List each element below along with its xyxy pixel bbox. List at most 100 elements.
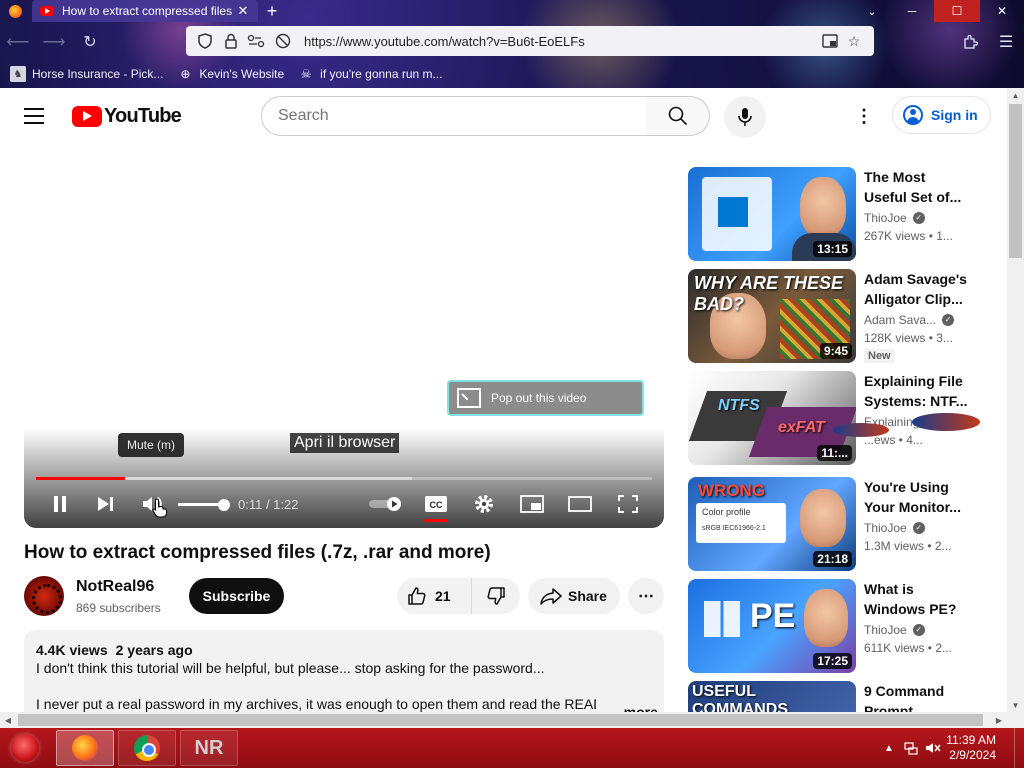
browser-toolbar: How to extract compressed files (.7z, .r…: [0, 0, 1024, 88]
bookmark-gonna-run[interactable]: ☠ if you're gonna run m...: [298, 66, 443, 82]
url-bar[interactable]: https://www.youtube.com/watch?v=Bu6t-EoE…: [186, 26, 874, 56]
network-icon[interactable]: [900, 728, 922, 768]
more-actions-button[interactable]: ⋯: [628, 578, 664, 614]
video-thumbnail[interactable]: NTFS exFAT 11:...: [688, 371, 856, 465]
new-tab-button[interactable]: +: [258, 0, 286, 22]
scrollbar-thumb[interactable]: [18, 714, 983, 726]
maximize-button[interactable]: ☐: [934, 0, 980, 22]
channel-name[interactable]: ThioJoe ✓: [864, 211, 925, 225]
video-title[interactable]: What is Windows PE? ...: [864, 579, 968, 619]
recommended-video[interactable]: WRONG Color profile sRGB IEC61966-2.1 21…: [688, 477, 988, 571]
theater-mode-button[interactable]: [566, 486, 594, 522]
bookmark-star-icon[interactable]: ☆: [842, 30, 866, 52]
recommended-video[interactable]: NTFS exFAT 11:... Explaining File System…: [688, 371, 988, 465]
recommended-video[interactable]: PE 17:25 What is Windows PE? ... ThioJoe…: [688, 579, 988, 673]
volume-muted-icon[interactable]: [922, 728, 944, 768]
tracking-shield-icon[interactable]: [194, 30, 216, 52]
show-desktop-button[interactable]: [1014, 728, 1024, 768]
extensions-icon[interactable]: [952, 26, 988, 58]
video-duration: 21:18: [813, 551, 852, 567]
tab-close-icon[interactable]: ✕: [236, 3, 250, 19]
app-menu-icon[interactable]: ☰: [988, 26, 1024, 58]
video-caption: Apri il browser: [290, 433, 400, 453]
video-thumbnail[interactable]: WRONG Color profile sRGB IEC61966-2.1 21…: [688, 477, 856, 571]
recommended-video[interactable]: USEFUL COMMANDS 9 Command Prompt...: [688, 681, 988, 712]
settings-button[interactable]: [470, 486, 498, 522]
autoplay-toggle[interactable]: [366, 486, 406, 522]
scroll-right-arrow-icon[interactable]: ▶: [991, 712, 1007, 728]
like-button[interactable]: 21: [397, 578, 472, 614]
video-title[interactable]: Explaining File Systems: NTF...: [864, 371, 968, 411]
description-text: I never put a real password in my archiv…: [36, 696, 596, 712]
video-title[interactable]: Adam Savage's Alligator Clip...: [864, 269, 968, 309]
description-box[interactable]: 4.4K views 2 years ago I don't think this…: [24, 630, 664, 712]
picture-in-picture-icon[interactable]: [818, 30, 842, 52]
back-icon[interactable]: ⟵: [0, 26, 36, 58]
video-thumbnail[interactable]: WHY ARE THESE BAD? 9:45: [688, 269, 856, 363]
video-player[interactable]: Pop out this video Mute (m) Apri il brow…: [24, 168, 664, 528]
pop-out-label: Pop out this video: [491, 391, 587, 405]
video-thumbnail[interactable]: 13:15: [688, 167, 856, 261]
url-text[interactable]: https://www.youtube.com/watch?v=Bu6t-EoE…: [304, 34, 818, 49]
fullscreen-button[interactable]: [614, 486, 642, 522]
subscribe-button[interactable]: Subscribe: [189, 578, 284, 614]
sign-in-button[interactable]: Sign in: [892, 96, 991, 134]
taskbar-chrome[interactable]: [118, 730, 176, 766]
bookmark-kevins-website[interactable]: ⊕ Kevin's Website: [177, 66, 284, 82]
scroll-left-arrow-icon[interactable]: ◀: [0, 712, 16, 728]
video-thumbnail[interactable]: PE 17:25: [688, 579, 856, 673]
channel-name[interactable]: Adam Sava... ✓: [864, 313, 955, 327]
video-title[interactable]: 9 Command Prompt...: [864, 681, 968, 712]
forward-icon[interactable]: ⟶: [36, 26, 72, 58]
voice-search-button[interactable]: [724, 96, 766, 138]
show-more-link[interactable]: ...more: [608, 704, 658, 712]
minimize-button[interactable]: ─: [890, 0, 934, 22]
recommended-video[interactable]: 13:15 The Most Useful Set of... ThioJoe ✓…: [688, 167, 988, 261]
channel-avatar[interactable]: [24, 576, 64, 616]
video-title[interactable]: The Most Useful Set of...: [864, 167, 968, 207]
taskbar-firefox[interactable]: [56, 730, 114, 766]
taskbar-nr[interactable]: NR: [180, 730, 238, 766]
seek-bar[interactable]: [36, 477, 652, 480]
vertical-scrollbar[interactable]: ▲ ▼: [1007, 88, 1024, 712]
close-button[interactable]: ✕: [980, 0, 1024, 22]
firefox-menu-icon[interactable]: [0, 0, 30, 22]
pause-button[interactable]: [46, 486, 74, 522]
thumbnail-text: WHY ARE THESE BAD?: [694, 273, 844, 314]
tab-active[interactable]: How to extract compressed files (.7z, .r…: [32, 0, 258, 22]
lock-icon[interactable]: [220, 30, 242, 52]
next-button[interactable]: [92, 486, 120, 522]
share-button[interactable]: Share: [528, 578, 620, 614]
bookmark-horse-insurance[interactable]: ♞ Horse Insurance - Pick...: [10, 66, 163, 82]
search-input[interactable]: Search: [261, 96, 647, 136]
dislike-button[interactable]: [472, 578, 520, 614]
subtitles-button[interactable]: CC: [422, 486, 450, 522]
start-button[interactable]: [4, 730, 46, 766]
settings-kebab-icon[interactable]: ⋮: [852, 102, 876, 130]
youtube-logo[interactable]: YouTube: [72, 105, 182, 128]
horizontal-scrollbar[interactable]: ◀ ▶: [0, 712, 1007, 728]
show-hidden-icons-icon[interactable]: ▲: [878, 728, 900, 768]
scrollbar-thumb[interactable]: [1009, 104, 1022, 258]
channel-name[interactable]: ThioJoe ✓: [864, 623, 925, 637]
like-count: 21: [435, 588, 451, 604]
volume-slider-handle[interactable]: [218, 499, 230, 511]
search-button[interactable]: [646, 96, 710, 136]
video-title[interactable]: You're Using Your Monitor...: [864, 477, 968, 517]
scroll-up-arrow-icon[interactable]: ▲: [1007, 88, 1024, 102]
guide-menu-icon[interactable]: [24, 106, 46, 126]
channel-name[interactable]: NotReal96: [76, 578, 154, 596]
reload-icon[interactable]: ↻: [72, 26, 108, 58]
recommended-video[interactable]: WHY ARE THESE BAD? 9:45 Adam Savage's Al…: [688, 269, 988, 363]
video-thumbnail[interactable]: USEFUL COMMANDS: [688, 681, 856, 712]
pop-out-video-button[interactable]: Pop out this video: [447, 380, 644, 416]
list-all-tabs-icon[interactable]: ⌄: [858, 0, 886, 22]
autoplay-blocked-icon[interactable]: [272, 30, 294, 52]
channel-name-text: ThioJoe: [864, 521, 907, 535]
scroll-down-arrow-icon[interactable]: ▼: [1007, 698, 1024, 712]
system-clock[interactable]: 11:39 AM 2/9/2024: [944, 728, 1014, 768]
subtitles-active-indicator: [424, 519, 448, 522]
miniplayer-button[interactable]: [518, 486, 546, 522]
permissions-icon[interactable]: [246, 30, 268, 52]
channel-name[interactable]: ThioJoe ✓: [864, 521, 925, 535]
